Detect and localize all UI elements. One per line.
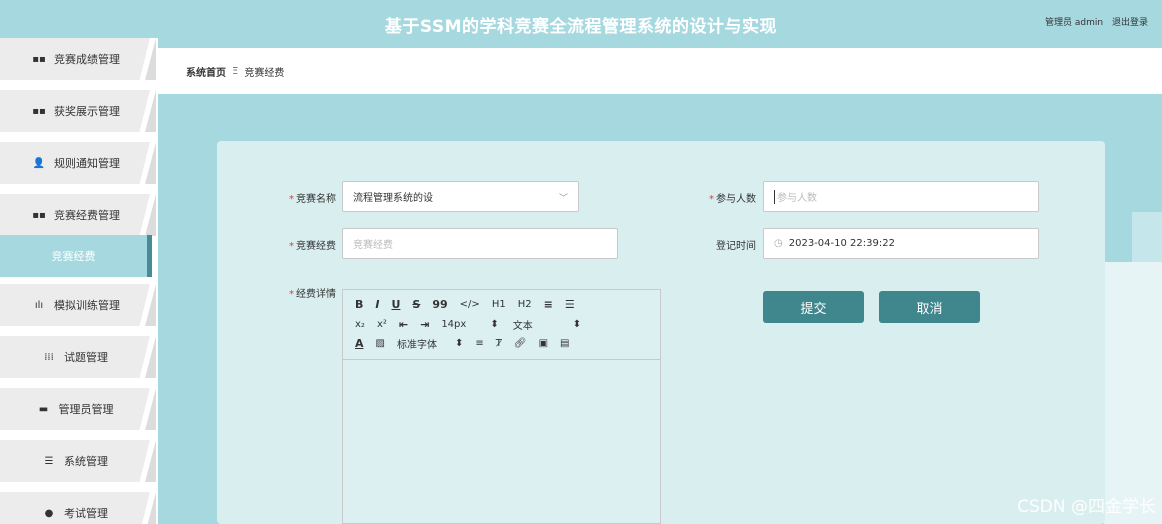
toolbar-row: x₂ x² ⇤ ⇥ 14px ⬍ 文本 ⬍ — [355, 317, 593, 332]
breadcrumb-current: 竞赛经费 — [244, 67, 285, 79]
monitor-icon: ▬ — [38, 403, 49, 415]
sidebar-item-label: 竞赛经费 — [51, 250, 96, 263]
watermark: CSDN @四金学长 — [1017, 497, 1156, 517]
indent-icon[interactable]: ⇥ — [420, 318, 429, 331]
grid-icon: ▪▪ — [32, 105, 46, 117]
underline-icon[interactable]: U — [391, 298, 400, 311]
font-color-icon[interactable]: A — [355, 337, 364, 350]
sidebar-item-rules[interactable]: 👤 规则通知管理 — [0, 142, 150, 184]
text-caret — [774, 189, 775, 204]
rich-text-editor[interactable]: B I U S 99 </> H1 H2 ≡ ☰ x₂ x² ⇤ ⇥ 14px … — [342, 289, 661, 524]
breadcrumb-home[interactable]: 系统首页 — [186, 64, 226, 79]
competition-name-select[interactable]: 流程管理系统的设 ﹀ — [342, 181, 579, 212]
app-title: 基于SSM的学科竞赛全流程管理系统的设计与实现 — [384, 17, 778, 37]
grid-dots-icon: ⁞⁞⁞ — [44, 351, 54, 363]
align-icon[interactable]: ≡ — [475, 338, 483, 349]
bold-icon[interactable]: B — [355, 298, 363, 311]
editor-toolbar: B I U S 99 </> H1 H2 ≡ ☰ x₂ x² ⇤ ⇥ 14px … — [343, 290, 660, 360]
select-arrow-icon: ⬍ — [572, 319, 582, 330]
clock-icon: ◷ — [774, 238, 783, 249]
image-icon[interactable]: ▣ — [539, 338, 548, 349]
sidebar-item-admins[interactable]: ▬ 管理员管理 — [0, 388, 150, 430]
h1-icon[interactable]: H1 — [492, 299, 506, 310]
blockquote-icon[interactable]: 99 — [432, 298, 447, 311]
register-time-picker[interactable]: ◷ 2023-04-10 22:39:22 — [763, 228, 1039, 259]
sidebar-item-label: 模拟训练管理 — [54, 299, 120, 312]
sidebar-item-competition-results[interactable]: ▪▪ 竞赛成绩管理 — [0, 38, 150, 80]
decoration-block — [1132, 212, 1162, 262]
toolbar-row: A ▨ 标准字体 ⬍ ≡ T̷ 🔗︎ ▣ ▤ — [355, 336, 581, 351]
strike-icon[interactable]: S — [412, 298, 420, 311]
ordered-list-icon[interactable]: ≡ — [544, 298, 553, 311]
top-header: 基于SSM的学科竞赛全流程管理系统的设计与实现 管理员 admin 退出登录 — [0, 0, 1162, 48]
funding-placeholder: 竞赛经费 — [353, 240, 393, 251]
bullet-list-icon[interactable]: ☰ — [565, 298, 575, 311]
breadcrumb-separator-icon: Ξ — [232, 65, 239, 77]
superscript-icon[interactable]: x² — [377, 319, 387, 330]
sidebar-item-exams[interactable]: ● 考试管理 — [0, 492, 150, 524]
font-family-select[interactable]: 标准字体 — [397, 336, 437, 351]
competition-name-value: 流程管理系统的设 — [353, 193, 433, 204]
clear-format-icon[interactable]: T̷ — [496, 338, 502, 349]
background-color-icon[interactable]: ▨ — [376, 338, 385, 349]
outdent-icon[interactable]: ⇤ — [399, 318, 408, 331]
sidebar-item-label: 规则通知管理 — [54, 157, 120, 170]
competition-name-label: * 竞赛名称 — [289, 194, 336, 205]
cancel-button[interactable]: 取消 — [879, 291, 980, 323]
sidebar-item-label: 竞赛经费管理 — [54, 209, 120, 222]
sidebar-item-label: 系统管理 — [64, 455, 108, 468]
user-icon: 👤 — [32, 157, 46, 169]
list-icon: ☰ — [44, 455, 54, 467]
register-time-value: 2023-04-10 22:39:22 — [788, 238, 895, 249]
submit-button[interactable]: 提交 — [763, 291, 864, 323]
user-area: 管理员 admin 退出登录 — [1039, 15, 1148, 28]
admin-label: 管理员 admin — [1045, 18, 1104, 28]
grid-icon: ▪▪ — [32, 53, 46, 65]
sidebar-item-questions[interactable]: ⁞⁞⁞ 试题管理 — [0, 336, 150, 378]
select-arrow-icon: ⬍ — [490, 319, 499, 330]
sidebar-item-awards[interactable]: ▪▪ 获奖展示管理 — [0, 90, 150, 132]
code-icon[interactable]: </> — [460, 299, 480, 310]
register-time-label: 登记时间 — [716, 241, 756, 252]
bar-chart-icon: ılı — [34, 299, 44, 311]
sidebar-item-label: 竞赛成绩管理 — [54, 53, 120, 66]
h2-icon[interactable]: H2 — [518, 299, 532, 310]
participants-placeholder: 参与人数 — [777, 193, 817, 204]
decoration-block — [1104, 262, 1162, 524]
video-icon[interactable]: ▤ — [560, 338, 569, 349]
required-mark: * — [289, 194, 294, 205]
participants-input[interactable]: 参与人数 — [763, 181, 1039, 212]
logout-link[interactable]: 退出登录 — [1112, 18, 1148, 28]
grid-icon: ▪▪ — [32, 209, 46, 221]
details-label: * 经费详情 — [289, 289, 336, 300]
required-mark: * — [289, 289, 294, 300]
sidebar-item-label: 考试管理 — [64, 507, 108, 520]
block-type-select[interactable]: 文本 — [513, 317, 533, 332]
sidebar-item-label: 获奖展示管理 — [54, 105, 120, 118]
funding-label: * 竞赛经费 — [289, 241, 336, 252]
location-icon: ● — [44, 507, 54, 519]
breadcrumb: 系统首页 Ξ 竞赛经费 — [158, 48, 1162, 94]
sidebar-item-training[interactable]: ılı 模拟训练管理 — [0, 284, 150, 326]
subscript-icon[interactable]: x₂ — [355, 319, 365, 330]
sidebar: ▪▪ 竞赛成绩管理 ▪▪ 获奖展示管理 👤 规则通知管理 ▪▪ 竞赛经费管理 竞… — [0, 38, 158, 524]
font-size-select[interactable]: 14px — [441, 319, 466, 330]
toolbar-row: B I U S 99 </> H1 H2 ≡ ☰ — [355, 298, 587, 311]
select-arrow-icon: ⬍ — [454, 338, 464, 349]
link-icon[interactable]: 🔗︎ — [514, 338, 527, 349]
funding-input[interactable]: 竞赛经费 — [342, 228, 618, 259]
sidebar-item-funding-mgmt[interactable]: ▪▪ 竞赛经费管理 — [0, 194, 150, 236]
sidebar-item-system[interactable]: ☰ 系统管理 — [0, 440, 150, 482]
italic-icon[interactable]: I — [375, 298, 379, 311]
chevron-down-icon: ﹀ — [558, 194, 568, 204]
participants-label: * 参与人数 — [709, 194, 756, 205]
sidebar-item-label: 管理员管理 — [58, 403, 114, 416]
sidebar-item-label: 试题管理 — [64, 351, 108, 364]
required-mark: * — [289, 241, 294, 252]
required-mark: * — [709, 194, 714, 205]
sidebar-item-funding[interactable]: 竞赛经费 — [0, 235, 152, 277]
